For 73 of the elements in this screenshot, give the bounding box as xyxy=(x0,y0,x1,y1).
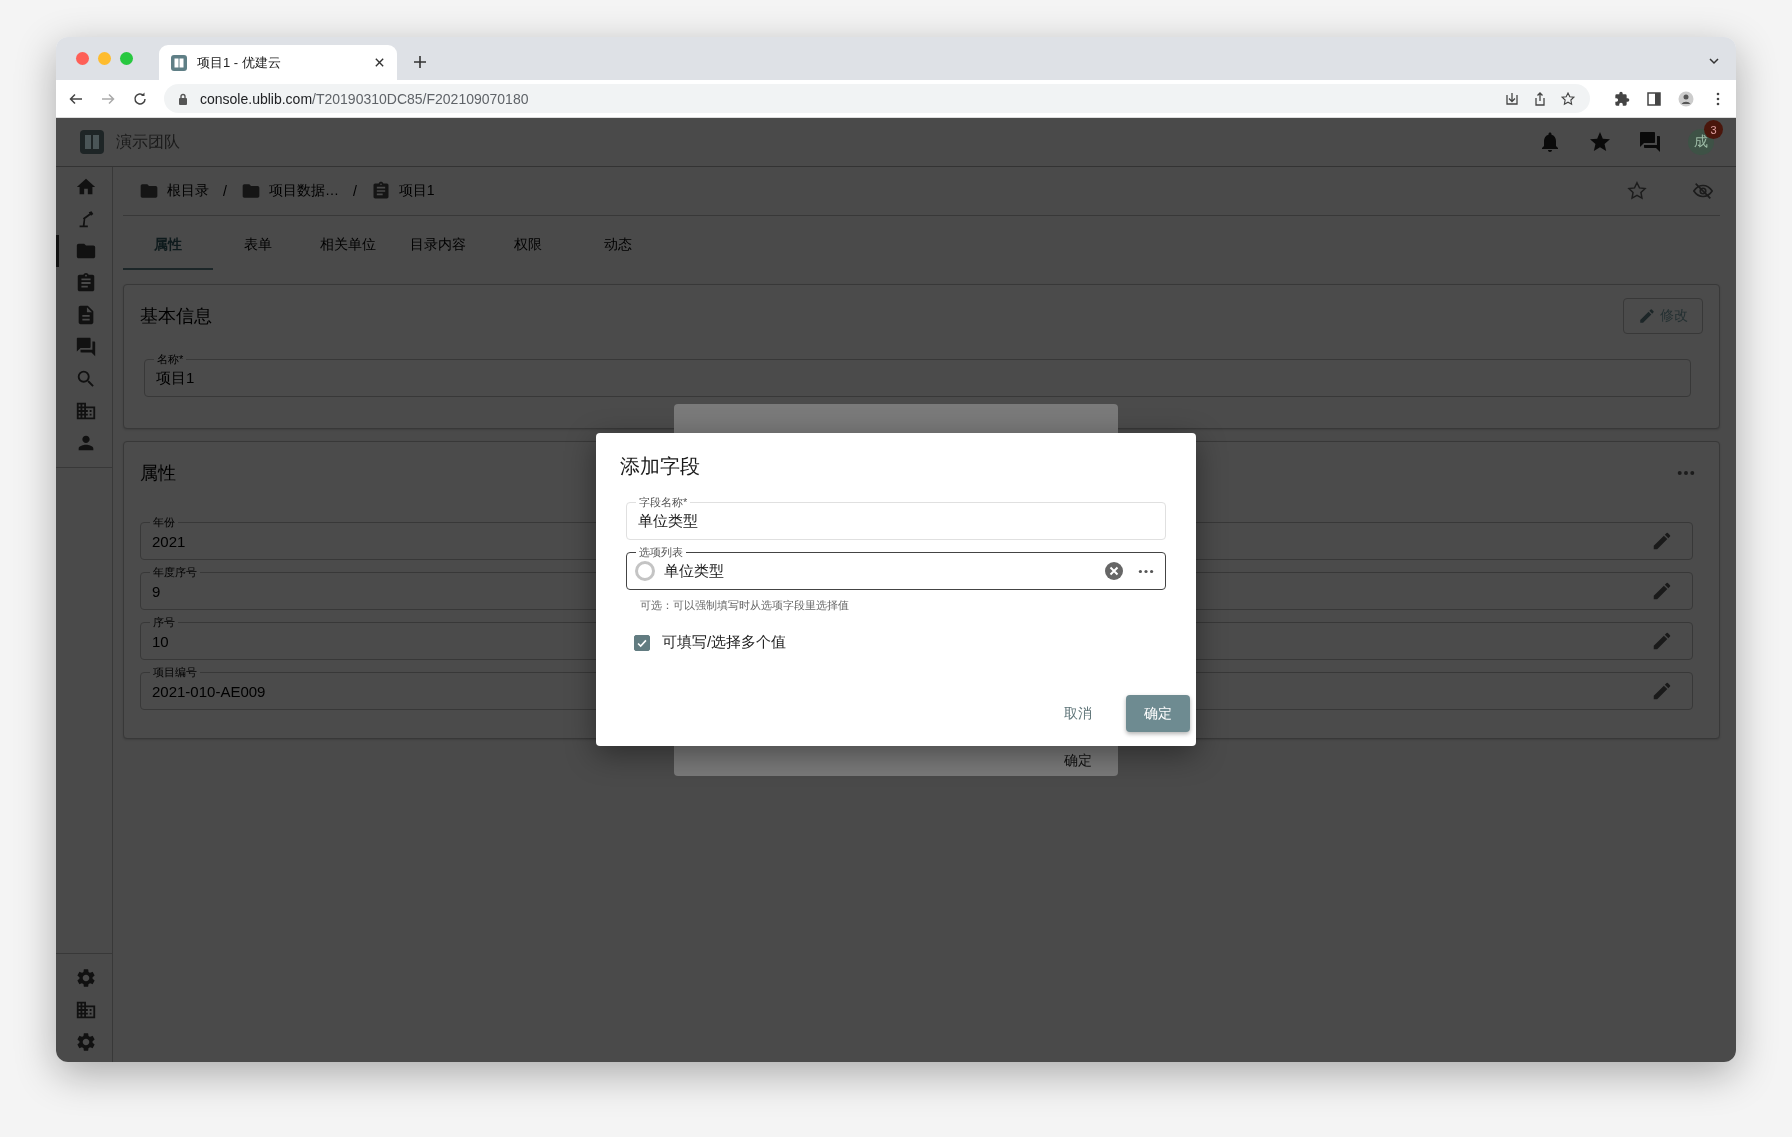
building-icon xyxy=(74,999,97,1021)
folder-icon xyxy=(240,181,261,201)
bookmark-star-icon[interactable] xyxy=(1560,90,1576,107)
chat-icon xyxy=(74,336,97,358)
field-value: 9 xyxy=(152,582,161,600)
options-list-field[interactable]: 选项列表 单位类型 xyxy=(626,543,1166,590)
breadcrumb-item[interactable]: 项目数据… xyxy=(240,181,339,201)
field-value: 10 xyxy=(152,632,169,650)
checkbox-label: 可填写/选择多个值 xyxy=(662,633,787,652)
field-value: 单位类型 xyxy=(638,511,698,531)
sidebar-icon[interactable] xyxy=(1646,90,1662,107)
checkbox[interactable] xyxy=(634,634,650,651)
breadcrumb-item[interactable]: 根目录 xyxy=(139,181,209,201)
field-value: 2021-010-AE009 xyxy=(152,682,266,700)
breadcrumb-label: 根目录 xyxy=(167,182,209,200)
more-icon[interactable] xyxy=(1138,568,1154,574)
confirm-button[interactable]: 确定 xyxy=(1126,695,1190,732)
chat-icon[interactable] xyxy=(1638,130,1662,154)
lock-icon xyxy=(178,92,188,105)
close-icon[interactable] xyxy=(374,57,385,68)
pencil-icon[interactable] xyxy=(1651,680,1673,702)
pencil-icon[interactable] xyxy=(1651,530,1673,552)
profile-icon[interactable] xyxy=(1678,90,1694,107)
folder-icon xyxy=(139,181,159,201)
field-label: 年份 xyxy=(150,515,178,529)
section-title: 基本信息 xyxy=(140,305,212,328)
settings-icon xyxy=(74,1031,97,1053)
field-value: 2021 xyxy=(152,532,186,550)
field-value: 单位类型 xyxy=(664,561,724,581)
helper-text: 可选：可以强制填写时从选项字段里选择值 xyxy=(640,598,850,613)
browser-tab[interactable]: 项目1 - 优建云 xyxy=(159,45,397,80)
tab[interactable]: 目录内容 xyxy=(393,222,483,270)
new-tab-icon[interactable] xyxy=(413,55,427,69)
pencil-icon[interactable] xyxy=(1651,630,1673,652)
tab-title: 项目1 - 优建云 xyxy=(197,53,282,72)
chevron-down-icon[interactable] xyxy=(1708,55,1720,67)
tab[interactable]: 相关单位 xyxy=(303,222,393,270)
field-label: 选项列表 xyxy=(636,545,686,559)
eye-off-icon[interactable] xyxy=(1692,180,1714,202)
pencil-icon xyxy=(1638,307,1656,325)
puzzle-icon[interactable] xyxy=(1614,90,1630,107)
share-icon[interactable] xyxy=(1532,90,1548,107)
name-field[interactable]: 名称* 项目1 xyxy=(144,351,1691,397)
tab[interactable]: 属性 xyxy=(123,222,213,270)
reload-icon[interactable] xyxy=(132,90,148,107)
circle-icon xyxy=(634,560,656,582)
breadcrumb-separator: / xyxy=(351,183,358,199)
cancel-button[interactable]: 取消 xyxy=(1052,696,1104,731)
breadcrumb-label: 项目1 xyxy=(398,182,435,200)
pencil-icon[interactable] xyxy=(1651,580,1673,602)
address-bar[interactable]: console.ublib.com/T20190310DC85/F202109070180 xyxy=(164,84,1590,113)
app-logo-icon xyxy=(171,54,187,71)
breadcrumb-item[interactable]: 项目1 xyxy=(370,181,435,201)
breadcrumb-separator: / xyxy=(222,183,228,199)
field-name-input[interactable]: 字段名称* 单位类型 xyxy=(626,493,1166,540)
settings-icon xyxy=(74,967,97,989)
tab[interactable]: 表单 xyxy=(213,222,303,270)
section-title: 属性 xyxy=(140,462,176,485)
tab[interactable]: 动态 xyxy=(573,222,663,270)
url-text: console.ublib.com/T20190310DC85/F202109070180 xyxy=(200,90,529,107)
dialog-title: 添加字段 xyxy=(620,454,701,479)
install-icon[interactable] xyxy=(1504,90,1520,107)
breadcrumb-label: 项目数据… xyxy=(268,182,339,200)
confirm-button[interactable]: 确定 xyxy=(1064,752,1092,770)
field-label: 字段名称* xyxy=(636,495,691,509)
field-value: 项目1 xyxy=(156,368,195,388)
tab[interactable]: 权限 xyxy=(483,222,573,270)
building-icon xyxy=(74,400,97,422)
app-logo-icon[interactable] xyxy=(80,130,104,154)
star-outline-icon[interactable] xyxy=(1626,180,1648,202)
clear-icon[interactable] xyxy=(1104,561,1124,581)
star-icon[interactable] xyxy=(1588,130,1612,154)
field-label: 名称* xyxy=(154,352,187,366)
